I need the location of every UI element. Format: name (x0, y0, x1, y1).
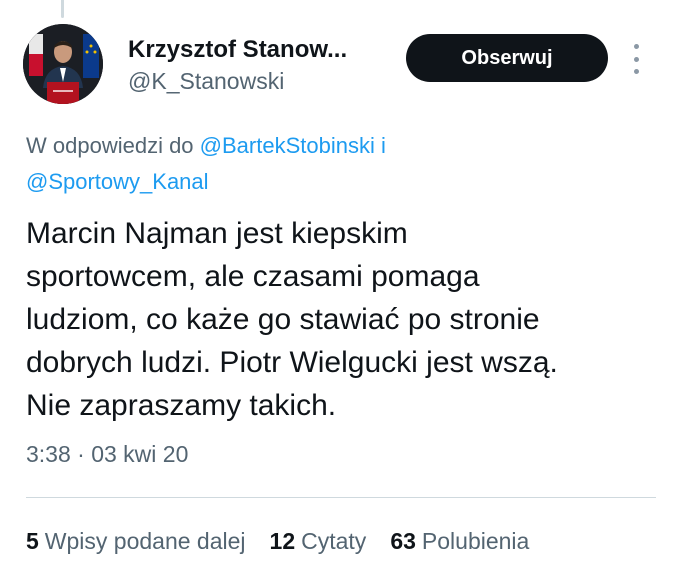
thread-connector-line (61, 0, 64, 18)
tweet-stats: 5 Wpisy podane dalej 12 Cytaty 63 Polubieni… (26, 528, 529, 555)
tweet-text-line: dobrych ludzi. Piotr Wielgucki jest wszą… (26, 346, 558, 379)
likes-count: 63 (390, 528, 416, 554)
retweets-stat[interactable]: 5 Wpisy podane dalej (26, 528, 246, 555)
mention-link-sportowy-kanal[interactable]: @Sportowy_Kanal (26, 169, 209, 194)
reply-joiner: i (380, 133, 386, 158)
author-handle[interactable]: @K_Stanowski (128, 68, 284, 95)
retweets-label: Wpisy podane dalej (44, 528, 246, 554)
reply-context: W odpowiedzi do @BartekStobinski i @Spor… (26, 128, 646, 200)
tweet-timestamp[interactable]: 3:38 · 03 kwi 20 (26, 441, 188, 468)
tweet-text: Marcin Najman jest kiepskim sportowcem, … (26, 212, 656, 427)
divider (26, 497, 656, 498)
retweets-count: 5 (26, 528, 39, 554)
mention-link-bartekstobinski[interactable]: @BartekStobinski (200, 133, 375, 158)
tweet-text-line: Marcin Najman jest kiepskim (26, 217, 408, 250)
quotes-count: 12 (269, 528, 296, 554)
quotes-stat[interactable]: 12 Cytaty (270, 528, 367, 555)
avatar[interactable] (23, 24, 103, 104)
tweet-text-line: ludziom, co każe go stawiać po stronie (26, 303, 540, 336)
more-vertical-icon[interactable] (626, 44, 646, 74)
quotes-label: Cytaty (301, 528, 367, 554)
follow-button[interactable]: Obserwuj (406, 34, 608, 82)
avatar-image (23, 24, 103, 104)
likes-stat[interactable]: 63 Polubienia (390, 528, 529, 555)
likes-label: Polubienia (421, 528, 530, 554)
reply-prefix: W odpowiedzi do (26, 133, 194, 158)
author-name[interactable]: Krzysztof Stanow... (128, 36, 347, 64)
tweet-text-line: sportowcem, ale czasami pomaga (26, 260, 480, 293)
tweet-text-line: Nie zapraszamy takich. (26, 389, 337, 422)
